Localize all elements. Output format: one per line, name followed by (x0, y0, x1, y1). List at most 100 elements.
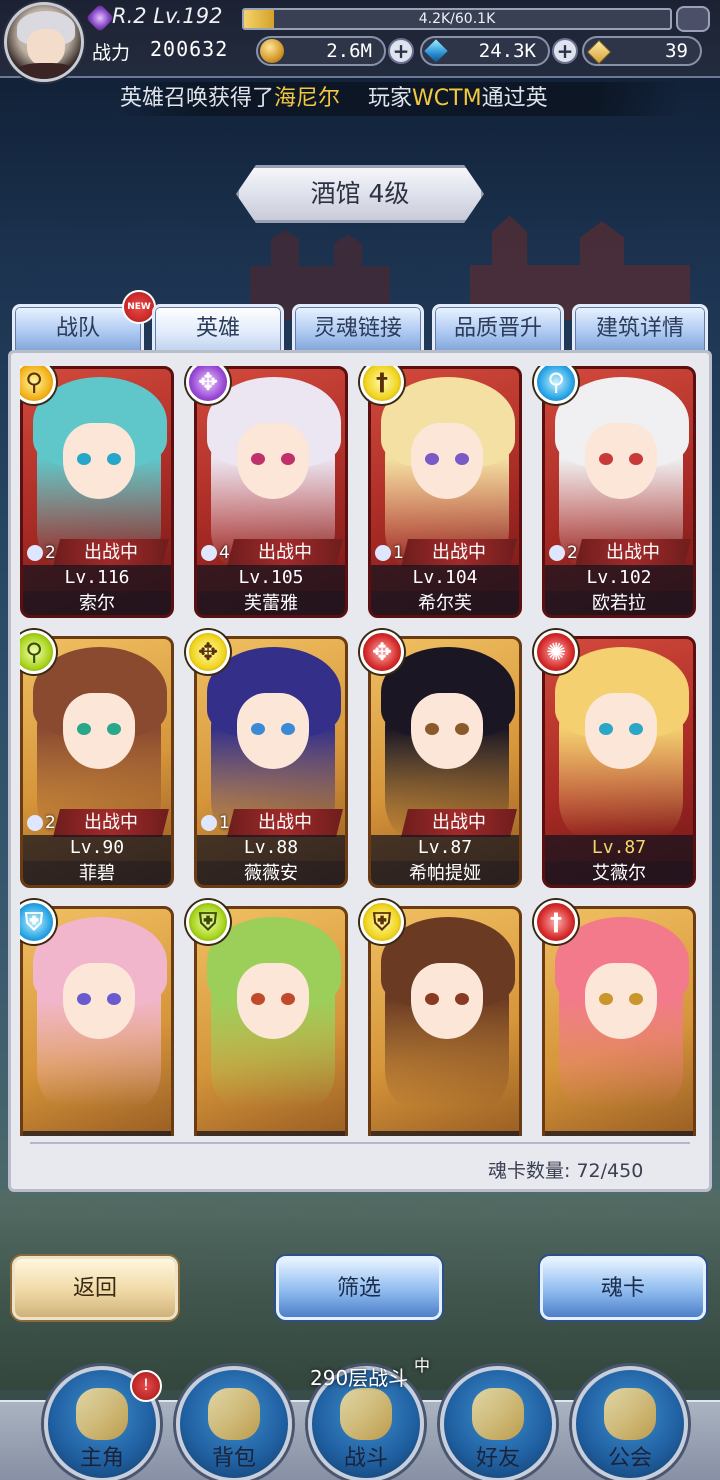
bag-icon (208, 1388, 260, 1440)
hero-eye (629, 723, 643, 735)
experience-text: 4.2K/60.1K (418, 11, 496, 27)
menu-toggle-button[interactable] (676, 6, 710, 32)
hero-level: Lv.102 (545, 565, 693, 591)
add-gems-button[interactable]: + (552, 38, 578, 64)
hero-eye (251, 993, 265, 1005)
hero-eye (425, 723, 439, 735)
ticket-value: 39 (665, 40, 688, 62)
announcement-marquee: 英雄召唤获得了海尼尔 玩家WCTM通过英 (120, 82, 680, 116)
hero-face (411, 693, 483, 769)
hero-level: Lv.87 (371, 835, 519, 861)
hero-level: Lv.116 (23, 565, 171, 591)
hero-level: Lv.87 (545, 835, 693, 861)
gem-counter: 24.3K (420, 36, 550, 66)
hero-eye (281, 993, 295, 1005)
wing-class-icon: ✥ (186, 630, 230, 674)
player-rank-level: R.2 Lv.192 (112, 4, 223, 28)
add-coins-button[interactable]: + (388, 38, 414, 64)
hero-eye (455, 723, 469, 735)
sword-class-icon: † (534, 900, 578, 944)
nav-label: 公会 (607, 1446, 652, 1471)
power-value: 200632 (150, 37, 229, 61)
hero-eye (281, 723, 295, 735)
deployed-badge: 出战中 (401, 539, 517, 567)
tab-heroes[interactable]: 英雄 (152, 304, 284, 352)
tab-building-details[interactable]: 建筑详情 (572, 304, 708, 352)
wing-class-icon: ✥ (360, 630, 404, 674)
awakening-count: 2 (549, 541, 589, 565)
hero-card[interactable]: 出战中 2 Lv.116 索尔 (20, 366, 174, 618)
helmet-icon (76, 1388, 128, 1440)
hero-eye (425, 453, 439, 465)
hero-name: 菲碧 (23, 861, 171, 885)
hero-card[interactable]: Lv.87 艾薇尔 (542, 636, 696, 888)
hero-card[interactable]: 出战中 1 Lv.104 希尔芙 (368, 366, 522, 618)
hero-eye (107, 993, 121, 1005)
ticket-icon (586, 39, 610, 63)
hero-name: 欧若拉 (545, 591, 693, 615)
hero-eye (77, 723, 91, 735)
gem-icon (424, 39, 448, 63)
hero-face (411, 963, 483, 1039)
deployed-badge: 出战中 (575, 539, 691, 567)
hero-card[interactable]: 出战中 4 Lv.105 芙蕾雅 (194, 366, 348, 618)
hero-name: 索尔 (23, 591, 171, 615)
hero-level: Lv.87 (371, 1131, 519, 1136)
hero-eye (251, 723, 265, 735)
hero-level: Lv.88 (197, 835, 345, 861)
handshake-icon (472, 1388, 524, 1440)
hero-name: 艾薇尔 (545, 861, 693, 885)
hero-face (411, 423, 483, 499)
filter-button[interactable]: 筛选 (276, 1256, 442, 1320)
hero-eye (599, 993, 613, 1005)
nav-label: 战斗 (343, 1446, 388, 1471)
new-badge: NEW (122, 290, 156, 324)
hero-card[interactable]: 出战中 1 Lv.88 薇薇安 (194, 636, 348, 888)
hero-eye (425, 993, 439, 1005)
tab-quality-upgrade[interactable]: 品质晋升 (432, 304, 564, 352)
hero-face (63, 423, 135, 499)
hero-eye (599, 723, 613, 735)
deployed-badge: 出战中 (227, 539, 343, 567)
hero-card[interactable]: 出战中 Lv.87 希帕提娅 (368, 636, 522, 888)
deployed-badge: 出战中 (53, 539, 169, 567)
hero-name: 希帕提娅 (371, 861, 519, 885)
hero-face (237, 423, 309, 499)
hero-face (63, 963, 135, 1039)
hero-card[interactable]: 出战中 2 Lv.102 欧若拉 (542, 366, 696, 618)
hero-level: Lv.87 (197, 1131, 345, 1136)
gem-value: 24.3K (478, 40, 536, 62)
back-button[interactable]: 返回 (12, 1256, 178, 1320)
hero-eye (455, 453, 469, 465)
crossed-swords-icon (340, 1388, 392, 1440)
tavern-title: 酒馆 4级 (310, 179, 410, 208)
panel-divider (30, 1142, 690, 1144)
guild-crest-icon (604, 1388, 656, 1440)
hero-card-grid: 出战中 2 Lv.116 索尔 ⚲ 出战中 4 Lv.105 芙蕾雅 ✥ 出战中 1 Lv.104 希尔芙… (20, 366, 700, 1136)
hero-level: Lv.87 (545, 1131, 693, 1136)
deployed-badge: 出战中 (53, 809, 169, 837)
hero-card[interactable]: 出战中 2 Lv.90 菲碧 (20, 636, 174, 888)
shield-class-icon: ⛨ (186, 900, 230, 944)
hero-face (585, 423, 657, 499)
hero-eye (107, 453, 121, 465)
nav-label: 背包 (211, 1446, 256, 1471)
battle-floor-status: 290层战斗 (310, 1366, 409, 1390)
hero-eye (629, 993, 643, 1005)
coin-icon (260, 39, 284, 63)
nav-label: 好友 (475, 1446, 520, 1471)
player-avatar[interactable] (4, 2, 84, 82)
hero-level: Lv.104 (371, 565, 519, 591)
hero-eye (629, 453, 643, 465)
soul-card-button[interactable]: 魂卡 (540, 1256, 706, 1320)
shuriken-class-icon: ✺ (534, 630, 578, 674)
hero-eye (281, 453, 295, 465)
hero-eye (107, 723, 121, 735)
tab-soul-link[interactable]: 灵魂链接 (292, 304, 424, 352)
hero-name: 薇薇安 (197, 861, 345, 885)
shield-class-icon: ⛨ (360, 900, 404, 944)
awakening-count: 1 (201, 811, 241, 835)
hero-level: Lv.87 (23, 1131, 171, 1136)
coin-value: 2.6M (326, 40, 372, 62)
experience-bar: 4.2K/60.1K (242, 8, 672, 30)
